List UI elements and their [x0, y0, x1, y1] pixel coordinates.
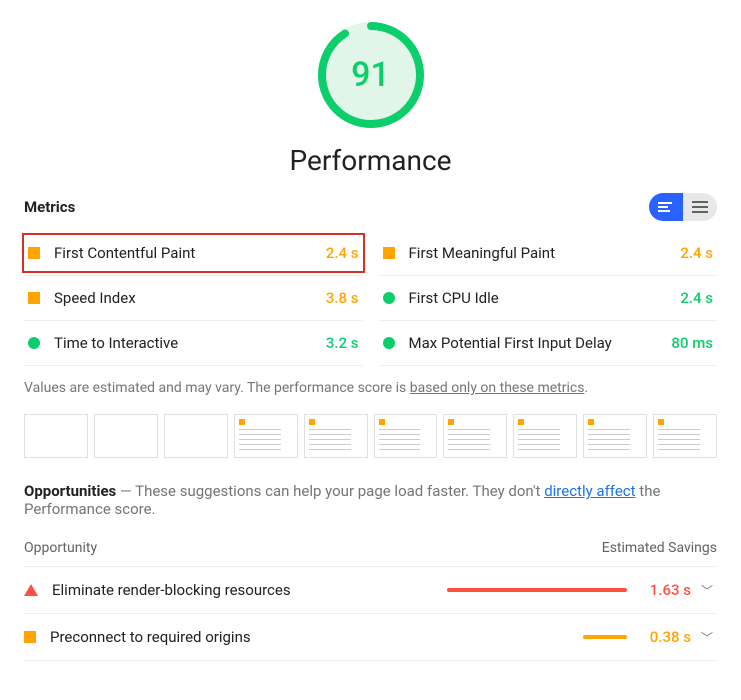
- filmstrip-frame: [234, 414, 298, 458]
- filmstrip-frame: [374, 414, 438, 458]
- col-opportunity: Opportunity: [24, 540, 97, 556]
- opportunities-intro: Opportunities — These suggestions can he…: [24, 482, 717, 518]
- filmstrip-frame: [164, 414, 228, 458]
- metric-label: Speed Index: [54, 289, 326, 307]
- triangle-red-icon: [24, 584, 38, 596]
- savings-value: 0.38 s: [637, 628, 691, 646]
- metric-row[interactable]: First Contentful Paint2.4 s: [24, 231, 363, 276]
- filmstrip-frame: [653, 414, 717, 458]
- metric-value: 2.4 s: [680, 289, 713, 307]
- view-detailed-button[interactable]: [683, 193, 717, 221]
- metric-label: Max Potential First Input Delay: [409, 334, 672, 352]
- bars-long-icon: [692, 201, 708, 213]
- metric-value: 3.2 s: [326, 334, 359, 352]
- filmstrip-frame: [24, 414, 88, 458]
- metric-label: Time to Interactive: [54, 334, 326, 352]
- metric-value: 80 ms: [671, 334, 713, 352]
- circle-green-icon: [383, 337, 395, 349]
- opportunity-row[interactable]: Preconnect to required origins 0.38 s ﹀: [24, 614, 717, 661]
- metric-row[interactable]: Speed Index3.8 s: [24, 276, 363, 321]
- metric-value: 2.4 s: [680, 244, 713, 262]
- filmstrip-frame: [304, 414, 368, 458]
- metrics-grid: First Contentful Paint2.4 sFirst Meaning…: [24, 231, 717, 366]
- disclaimer-link[interactable]: based only on these metrics: [410, 380, 585, 396]
- metric-row[interactable]: First Meaningful Paint2.4 s: [379, 231, 718, 276]
- opportunities-list: Eliminate render-blocking resources 1.63 …: [24, 567, 717, 661]
- circle-green-icon: [28, 337, 40, 349]
- view-compact-button[interactable]: [649, 193, 683, 221]
- circle-green-icon: [383, 292, 395, 304]
- metrics-view-toggle: [649, 193, 717, 221]
- metrics-heading: Metrics: [24, 198, 75, 216]
- page-title: Performance: [24, 144, 717, 177]
- filmstrip: [24, 414, 717, 458]
- opportunity-row[interactable]: Eliminate render-blocking resources 1.63 …: [24, 567, 717, 614]
- chevron-down-icon: ﹀: [697, 582, 717, 599]
- bars-short-icon: [658, 202, 674, 212]
- metric-row[interactable]: Time to Interactive3.2 s: [24, 321, 363, 366]
- opportunity-label: Preconnect to required origins: [50, 628, 447, 646]
- square-orange-icon: [24, 631, 36, 643]
- metric-label: First Contentful Paint: [54, 244, 326, 262]
- filmstrip-frame: [513, 414, 577, 458]
- metrics-disclaimer: Values are estimated and may vary. The p…: [24, 380, 717, 396]
- metric-value: 2.4 s: [326, 244, 359, 262]
- opportunities-header: Opportunity Estimated Savings: [24, 540, 717, 567]
- savings-value: 1.63 s: [637, 581, 691, 599]
- chevron-down-icon: ﹀: [697, 629, 717, 646]
- metric-row[interactable]: Max Potential First Input Delay80 ms: [379, 321, 718, 366]
- filmstrip-frame: [94, 414, 158, 458]
- square-orange-icon: [28, 247, 40, 259]
- performance-score: 91: [316, 20, 426, 130]
- col-savings: Estimated Savings: [602, 540, 717, 556]
- metric-label: First CPU Idle: [409, 289, 681, 307]
- opportunity-label: Eliminate render-blocking resources: [52, 581, 447, 599]
- savings-bar: [447, 635, 627, 639]
- metric-label: First Meaningful Paint: [409, 244, 681, 262]
- square-orange-icon: [383, 247, 395, 259]
- filmstrip-frame: [583, 414, 647, 458]
- metric-value: 3.8 s: [326, 289, 359, 307]
- metric-row[interactable]: First CPU Idle2.4 s: [379, 276, 718, 321]
- savings-bar: [447, 588, 627, 592]
- performance-gauge: 91: [316, 20, 426, 130]
- filmstrip-frame: [443, 414, 507, 458]
- square-orange-icon: [28, 292, 40, 304]
- opportunities-intro-link[interactable]: directly affect: [544, 482, 635, 500]
